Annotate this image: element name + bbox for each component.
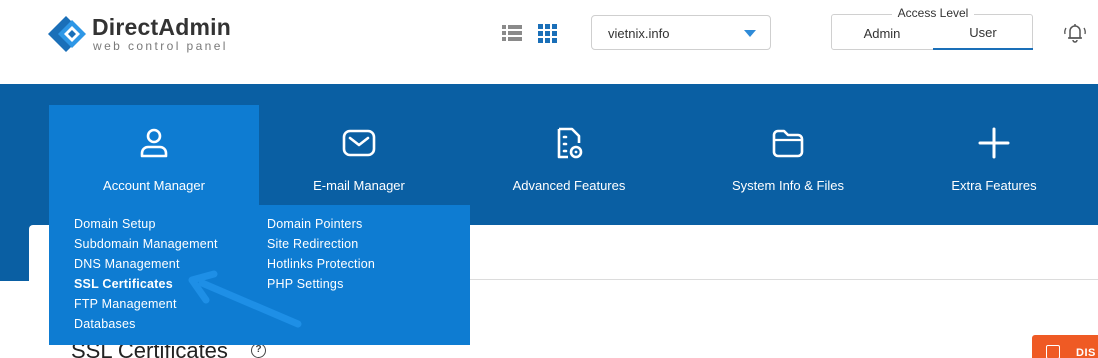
logo[interactable]: DirectAdmin web control panel: [46, 12, 246, 53]
nav-email-manager-label: E-mail Manager: [313, 178, 405, 193]
file-settings-icon: [557, 127, 583, 159]
mail-icon: [342, 129, 376, 157]
menu-item-domain-setup[interactable]: Domain Setup: [74, 217, 218, 237]
plus-icon: [978, 127, 1010, 159]
list-view-icon[interactable]: [501, 22, 523, 44]
action-button-label: DIS: [1076, 347, 1096, 358]
code-icon: [1046, 345, 1060, 358]
logo-name: DirectAdmin: [92, 14, 231, 40]
nav-advanced-features[interactable]: Advanced Features: [464, 105, 674, 210]
user-icon: [140, 128, 168, 158]
nav-advanced-features-label: Advanced Features: [512, 178, 626, 193]
chevron-down-icon: [744, 30, 756, 37]
access-level-user[interactable]: User: [933, 15, 1033, 50]
domain-select[interactable]: vietnix.info: [591, 15, 771, 50]
annotation-arrow-icon: [188, 270, 302, 328]
nav-account-manager-label: Account Manager: [103, 178, 205, 193]
folder-icon: [772, 129, 804, 158]
bell-icon[interactable]: [1062, 20, 1088, 46]
nav-email-manager[interactable]: E-mail Manager: [254, 105, 464, 210]
nav-system-info-files[interactable]: System Info & Files: [683, 105, 893, 210]
top-header: DirectAdmin web control panel vietnix.in…: [0, 0, 1098, 84]
menu-item-site-redirection[interactable]: Site Redirection: [267, 237, 375, 257]
grid-view-icon[interactable]: [537, 22, 559, 44]
domain-select-value: vietnix.info: [608, 26, 670, 41]
divider: [470, 279, 1098, 280]
menu-item-subdomain-management[interactable]: Subdomain Management: [74, 237, 218, 257]
directadmin-logo-icon: [48, 16, 86, 52]
help-icon[interactable]: ?: [251, 343, 266, 358]
nav-system-info-files-label: System Info & Files: [732, 178, 844, 193]
logo-tagline: web control panel: [93, 39, 228, 53]
nav-extra-features-label: Extra Features: [951, 178, 1037, 193]
access-level-admin[interactable]: Admin: [832, 26, 932, 41]
nav-account-manager[interactable]: Account Manager: [49, 105, 259, 210]
action-button[interactable]: DIS: [1032, 335, 1098, 358]
access-level-switch: Access Level Admin User: [831, 6, 1033, 50]
menu-item-domain-pointers[interactable]: Domain Pointers: [267, 217, 375, 237]
nav-extra-features[interactable]: Extra Features: [889, 105, 1098, 210]
